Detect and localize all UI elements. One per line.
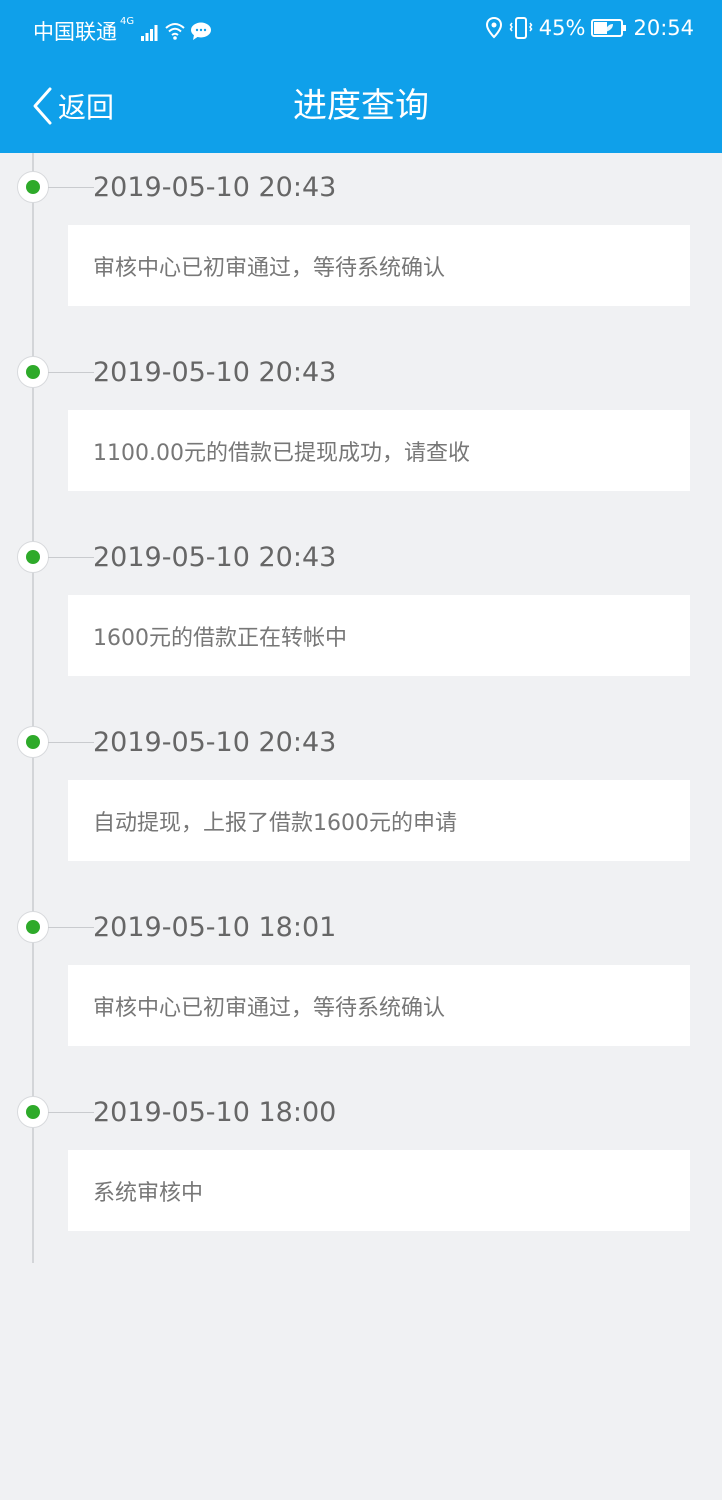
status-right: 45% 20:54 xyxy=(479,16,694,40)
status-dot-icon xyxy=(17,1096,49,1128)
app-header: 中国联通 4G 45% 20:54 返回 进度查询 xyxy=(0,0,722,153)
timeline-connector xyxy=(48,557,94,558)
timeline-time: 2019-05-10 18:01 xyxy=(93,912,337,943)
status-dot-icon xyxy=(17,911,49,943)
status-dot-icon xyxy=(17,171,49,203)
timeline-connector xyxy=(48,187,94,188)
timeline-message-card: 审核中心已初审通过，等待系统确认 xyxy=(68,225,690,306)
timeline-item: 2019-05-10 20:43 审核中心已初审通过，等待系统确认 xyxy=(0,153,722,338)
message-bubble-icon xyxy=(190,21,212,41)
timeline-time: 2019-05-10 20:43 xyxy=(93,172,337,203)
timeline-message-card: 系统审核中 xyxy=(68,1150,690,1231)
status-left: 中国联通 4G xyxy=(33,16,212,46)
vibrate-icon xyxy=(509,17,533,39)
carrier-name: 中国联通 xyxy=(33,20,117,44)
timeline-connector xyxy=(48,372,94,373)
network-type-label: 4G xyxy=(120,16,135,27)
signal-icon xyxy=(140,20,158,42)
clock-time: 20:54 xyxy=(633,16,694,40)
timeline-message-card: 1600元的借款正在转帐中 xyxy=(68,595,690,676)
wifi-icon xyxy=(164,21,186,41)
status-dot-icon xyxy=(17,541,49,573)
battery-percent: 45% xyxy=(538,16,586,40)
timeline-time: 2019-05-10 18:00 xyxy=(93,1097,337,1128)
timeline-connector xyxy=(48,927,94,928)
timeline-connector xyxy=(48,1112,94,1113)
timeline-time: 2019-05-10 20:43 xyxy=(93,727,337,758)
nav-bar: 返回 进度查询 xyxy=(0,58,722,153)
timeline-item: 2019-05-10 18:00 系统审核中 xyxy=(0,1078,722,1263)
timeline-time: 2019-05-10 20:43 xyxy=(93,357,337,388)
timeline-message-card: 自动提现，上报了借款1600元的申请 xyxy=(68,780,690,861)
timeline-connector xyxy=(48,742,94,743)
location-icon xyxy=(485,17,503,39)
page-title: 进度查询 xyxy=(293,86,429,126)
timeline-message-card: 1100.00元的借款已提现成功，请查收 xyxy=(68,410,690,491)
status-bar: 中国联通 4G 45% 20:54 xyxy=(0,0,722,58)
timeline-item: 2019-05-10 20:43 1600元的借款正在转帐中 xyxy=(0,523,722,708)
status-dot-icon xyxy=(17,726,49,758)
battery-icon xyxy=(591,18,627,38)
timeline-message-card: 审核中心已初审通过，等待系统确认 xyxy=(68,965,690,1046)
timeline-item: 2019-05-10 18:01 审核中心已初审通过，等待系统确认 xyxy=(0,893,722,1078)
timeline-time: 2019-05-10 20:43 xyxy=(93,542,337,573)
timeline-item: 2019-05-10 20:43 1100.00元的借款已提现成功，请查收 xyxy=(0,338,722,523)
timeline-item: 2019-05-10 20:43 自动提现，上报了借款1600元的申请 xyxy=(0,708,722,893)
status-dot-icon xyxy=(17,356,49,388)
